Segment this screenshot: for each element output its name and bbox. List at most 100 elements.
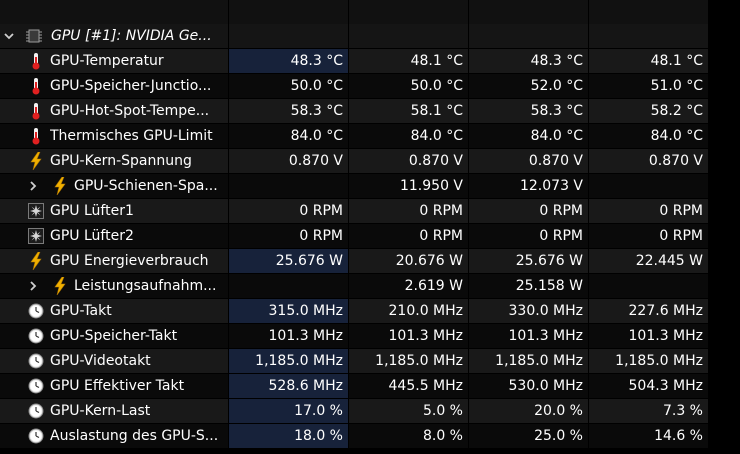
value-cell-maximum: 25.158 W bbox=[469, 274, 588, 298]
chevron-right-icon[interactable] bbox=[26, 274, 40, 298]
extra-cell bbox=[709, 324, 740, 348]
value-cell-minimum: 84.0 °C bbox=[349, 124, 468, 148]
sensor-name-cell: Thermisches GPU-Limit bbox=[0, 124, 228, 148]
group-cell bbox=[469, 24, 588, 48]
sensor-name-cell: GPU-Speicher-Junctio... bbox=[0, 74, 228, 98]
value-cell-current: 18.0 % bbox=[229, 424, 348, 448]
chevron-down-icon[interactable] bbox=[2, 24, 16, 48]
value-cell-current bbox=[229, 274, 348, 298]
sensor-label: GPU-Speicher-Takt bbox=[50, 328, 178, 344]
clock-icon bbox=[28, 302, 44, 320]
value-cell-current: 50.0 °C bbox=[229, 74, 348, 98]
extra-cell bbox=[709, 299, 740, 323]
sensor-row[interactable]: Thermisches GPU-Limit 84.0 °C 84.0 °C 84.0 … bbox=[0, 124, 740, 149]
sensor-label: GPU Effektiver Takt bbox=[50, 378, 185, 394]
value-cell-current bbox=[229, 174, 348, 198]
sensor-label: GPU Lüfter2 bbox=[50, 228, 134, 244]
sensor-name-cell: GPU-Schienen-Spa... bbox=[0, 174, 228, 198]
sensor-row[interactable]: GPU-Schienen-Spa... 11.950 V 12.073 V bbox=[0, 174, 740, 199]
value-cell-current: 315.0 MHz bbox=[229, 299, 348, 323]
sensor-label: GPU-Hot-Spot-Tempe... bbox=[50, 103, 210, 119]
clock-icon bbox=[28, 377, 44, 395]
value-cell-minimum: 0.870 V bbox=[349, 149, 468, 173]
group-row-gpu[interactable]: GPU [#1]: NVIDIA Ge... bbox=[0, 24, 740, 49]
value-cell-current: 1,185.0 MHz bbox=[229, 349, 348, 373]
fan-icon bbox=[28, 202, 44, 220]
value-cell-maximum: 0 RPM bbox=[469, 224, 588, 248]
value-cell-minimum: 2.619 W bbox=[349, 274, 468, 298]
lightning-icon bbox=[28, 152, 44, 170]
value-cell-maximum: 12.073 V bbox=[469, 174, 588, 198]
value-cell-current: 0 RPM bbox=[229, 224, 348, 248]
extra-cell bbox=[709, 74, 740, 98]
sensor-row[interactable]: GPU Effektiver Takt 528.6 MHz 445.5 MHz 530… bbox=[0, 374, 740, 399]
sensor-row[interactable]: Auslastung des GPU-S... 18.0 % 8.0 % 25.0 %… bbox=[0, 424, 740, 449]
value-cell-maximum: 25.0 % bbox=[469, 424, 588, 448]
value-cell-minimum: 58.1 °C bbox=[349, 99, 468, 123]
sensor-row[interactable]: Leistungsaufnahm... 2.619 W 25.158 W bbox=[0, 274, 740, 299]
value-cell-maximum: 84.0 °C bbox=[469, 124, 588, 148]
sensor-row[interactable]: GPU Lüfter1 0 RPM 0 RPM 0 RPM 0 RPM bbox=[0, 199, 740, 224]
value-cell-minimum: 445.5 MHz bbox=[349, 374, 468, 398]
value-cell-maximum: 0 RPM bbox=[469, 199, 588, 223]
sensor-name-cell: GPU Lüfter1 bbox=[0, 199, 228, 223]
sensor-name-cell: GPU-Temperatur bbox=[0, 49, 228, 73]
group-name-cell: GPU [#1]: NVIDIA Ge... bbox=[0, 24, 228, 48]
sensor-row[interactable]: GPU Energieverbrauch 25.676 W 20.676 W 25.6… bbox=[0, 249, 740, 274]
chevron-right-icon[interactable] bbox=[26, 174, 40, 198]
value-cell-average: 14.6 % bbox=[589, 424, 708, 448]
value-cell-average: 101.3 MHz bbox=[589, 324, 708, 348]
value-cell-minimum: 0 RPM bbox=[349, 199, 468, 223]
value-cell-maximum: 48.3 °C bbox=[469, 49, 588, 73]
extra-cell bbox=[709, 224, 740, 248]
sensor-name-cell: GPU Effektiver Takt bbox=[0, 374, 228, 398]
value-cell-average: 22.445 W bbox=[589, 249, 708, 273]
sensor-name-cell: GPU Lüfter2 bbox=[0, 224, 228, 248]
value-cell-minimum: 1,185.0 MHz bbox=[349, 349, 468, 373]
value-cell-minimum: 48.1 °C bbox=[349, 49, 468, 73]
value-cell-average: 504.3 MHz bbox=[589, 374, 708, 398]
value-cell-average: 0.870 V bbox=[589, 149, 708, 173]
lightning-icon bbox=[28, 252, 44, 270]
sensor-row[interactable]: GPU-Kern-Spannung 0.870 V 0.870 V 0.870 V 0.… bbox=[0, 149, 740, 174]
value-cell-maximum: 530.0 MHz bbox=[469, 374, 588, 398]
sensor-label: Leistungsaufnahm... bbox=[74, 278, 217, 294]
sensor-label: GPU-Videotakt bbox=[50, 353, 151, 369]
sensor-row[interactable]: GPU-Takt 315.0 MHz 210.0 MHz 330.0 MHz 227.6… bbox=[0, 299, 740, 324]
value-cell-current: 0 RPM bbox=[229, 199, 348, 223]
sensor-name-cell: GPU-Hot-Spot-Tempe... bbox=[0, 99, 228, 123]
sensor-name-cell: GPU-Takt bbox=[0, 299, 228, 323]
sensor-label: GPU Energieverbrauch bbox=[50, 253, 209, 269]
column-header-row bbox=[0, 0, 740, 25]
value-cell-average: 0 RPM bbox=[589, 224, 708, 248]
extra-cell bbox=[709, 49, 740, 73]
thermometer-icon bbox=[28, 102, 44, 120]
value-cell-average: 0 RPM bbox=[589, 199, 708, 223]
sensor-row[interactable]: GPU-Hot-Spot-Tempe... 58.3 °C 58.1 °C 58.3 … bbox=[0, 99, 740, 124]
value-cell-minimum: 8.0 % bbox=[349, 424, 468, 448]
sensor-row[interactable]: GPU-Kern-Last 17.0 % 5.0 % 20.0 % 7.3 % bbox=[0, 399, 740, 424]
sensor-label: GPU-Speicher-Junctio... bbox=[50, 78, 212, 94]
value-cell-maximum: 25.676 W bbox=[469, 249, 588, 273]
sensor-row[interactable]: GPU-Temperatur 48.3 °C 48.1 °C 48.3 °C 48.1 … bbox=[0, 49, 740, 74]
clock-icon bbox=[28, 402, 44, 420]
header-cell-name bbox=[0, 0, 228, 24]
group-cell bbox=[229, 24, 348, 48]
value-cell-minimum: 101.3 MHz bbox=[349, 324, 468, 348]
sensor-row[interactable]: GPU-Speicher-Takt 101.3 MHz 101.3 MHz 101.3… bbox=[0, 324, 740, 349]
sensor-row[interactable]: GPU-Speicher-Junctio... 50.0 °C 50.0 °C 52.… bbox=[0, 74, 740, 99]
clock-icon bbox=[28, 352, 44, 370]
sensor-row[interactable]: GPU Lüfter2 0 RPM 0 RPM 0 RPM 0 RPM bbox=[0, 224, 740, 249]
sensor-name-cell: GPU-Videotakt bbox=[0, 349, 228, 373]
sensor-label: GPU-Kern-Spannung bbox=[50, 153, 192, 169]
header-cell-current bbox=[229, 0, 348, 24]
chip-icon bbox=[26, 27, 42, 45]
value-cell-average: 7.3 % bbox=[589, 399, 708, 423]
group-label: GPU [#1]: NVIDIA Ge... bbox=[51, 28, 212, 44]
value-cell-maximum: 52.0 °C bbox=[469, 74, 588, 98]
value-cell-average: 84.0 °C bbox=[589, 124, 708, 148]
value-cell-average bbox=[589, 274, 708, 298]
value-cell-minimum: 20.676 W bbox=[349, 249, 468, 273]
sensor-row[interactable]: GPU-Videotakt 1,185.0 MHz 1,185.0 MHz 1,185… bbox=[0, 349, 740, 374]
value-cell-current: 17.0 % bbox=[229, 399, 348, 423]
